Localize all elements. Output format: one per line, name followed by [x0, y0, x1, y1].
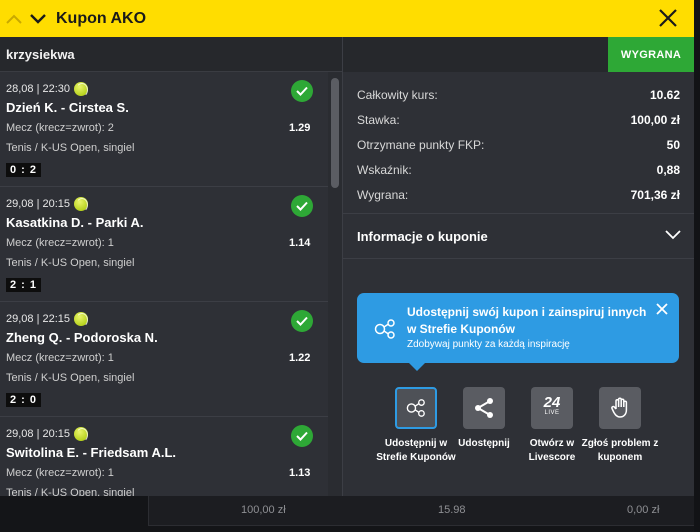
status-badge: WYGRANA [608, 37, 694, 72]
check-icon [291, 310, 313, 332]
coupon-title: Kupon AKO [56, 9, 147, 27]
bottom-summary: 100,00 zł 15.98 0,00 zł [148, 496, 694, 526]
bet-item[interactable]: 29,08 | 20:15 Switolina E. - Friedsam A.… [0, 417, 342, 496]
bet-datetime: 29,08 | 20:15 [6, 197, 89, 212]
bet-odds: 1.22 [289, 352, 311, 364]
bet-match: Zheng Q. - Podoroska N. [6, 330, 158, 345]
bet-match: Kasatkina D. - Parki A. [6, 215, 144, 230]
bottom-win: 0,00 zł [627, 504, 660, 516]
action-buttons: Udostępnij w Strefie Kuponów Udostępnij … [343, 387, 695, 487]
bet-score: 2 : 0 [6, 393, 42, 407]
share-network-icon [373, 318, 397, 340]
bet-league: Tenis / K-US Open, singiel [6, 487, 135, 496]
summary-value: 701,36 zł [630, 187, 680, 202]
livescore-icon-text: 24 [543, 394, 561, 411]
livescore-icon-sub: LIVE [544, 410, 560, 416]
tennis-ball-icon [74, 427, 89, 442]
coupon-header: Kupon AKO [0, 0, 694, 37]
coupon-info-toggle[interactable]: Informacje o kuponie [343, 213, 695, 259]
summary-column: WYGRANA Całkowity kurs: 10.62 Stawka: 100,… [342, 37, 695, 496]
summary-label: Otrzymane punkty FKP: [357, 137, 485, 152]
bottom-odds: 15.98 [438, 504, 466, 516]
summary-value: 0,88 [656, 162, 680, 177]
coupon-info-label: Informacje o kuponie [357, 228, 488, 244]
tennis-ball-icon [74, 312, 89, 327]
tennis-ball-icon [74, 82, 89, 97]
summary-table: Całkowity kurs: 10.62 Stawka: 100,00 zł Ot… [343, 82, 694, 207]
summary-row: Wskaźnik: 0,88 [357, 157, 680, 182]
summary-value: 10.62 [649, 87, 680, 102]
summary-value: 100,00 zł [630, 112, 680, 127]
action-label: Zgłoś problem z kuponem [581, 438, 659, 463]
bet-score: 0 : 2 [6, 163, 42, 177]
bet-market: Mecz (krecz=zwrot): 1 [6, 467, 114, 479]
chevron-down-icon[interactable] [26, 7, 50, 31]
window-edge [694, 0, 700, 532]
summary-label: Stawka: [357, 112, 400, 127]
check-icon [291, 195, 313, 217]
summary-label: Wygrana: [357, 187, 409, 202]
bottom-bar: 100,00 zł 15.98 0,00 zł [0, 496, 694, 532]
close-icon[interactable] [655, 302, 669, 316]
summary-label: Całkowity kurs: [357, 87, 438, 102]
bet-match: Dzień K. - Cirstea S. [6, 100, 129, 115]
bet-league: Tenis / K-US Open, singiel [6, 257, 135, 269]
summary-row: Wygrana: 701,36 zł [357, 182, 680, 207]
bet-league: Tenis / K-US Open, singiel [6, 142, 135, 154]
tennis-ball-icon [74, 197, 89, 212]
bet-item[interactable]: 29,08 | 20:15 Kasatkina D. - Parki A. Me… [0, 187, 342, 302]
tooltip-title: Udostępnij swój kupon i zainspiruj innyc… [407, 305, 647, 336]
bet-list: 28,08 | 22:30 Dzień K. - Cirstea S. Mecz… [0, 72, 342, 496]
bottom-stake: 100,00 zł [241, 504, 286, 516]
close-icon[interactable] [656, 6, 680, 30]
bets-column: krzysiekwa 28,08 | 22:30 Dzień K. - Cirs… [0, 37, 342, 496]
bet-odds: 1.13 [289, 467, 311, 479]
bet-market: Mecz (krecz=zwrot): 1 [6, 352, 114, 364]
report-problem-button[interactable]: Zgłoś problem z kuponem [580, 387, 660, 465]
summary-label: Wskaźnik: [357, 162, 412, 177]
bet-odds: 1.29 [289, 122, 311, 134]
share-icon[interactable] [463, 387, 505, 429]
summary-value: 50 [666, 137, 680, 152]
username: krzysiekwa [0, 37, 342, 72]
summary-row: Stawka: 100,00 zł [357, 107, 680, 132]
bet-datetime: 29,08 | 20:15 [6, 427, 89, 442]
bet-market: Mecz (krecz=zwrot): 2 [6, 122, 114, 134]
livescore-24-icon[interactable]: 24 LIVE [531, 387, 573, 429]
chevron-up-icon[interactable] [2, 7, 26, 31]
bet-item[interactable]: 29,08 | 22:15 Zheng Q. - Podoroska N. Me… [0, 302, 342, 417]
share-tooltip: Udostępnij swój kupon i zainspiruj innyc… [357, 293, 679, 371]
status-row: WYGRANA [343, 37, 694, 72]
tooltip-subtitle: Zdobywaj punkty za każdą inspirację [407, 339, 570, 350]
share-network-icon[interactable] [395, 387, 437, 429]
bet-item[interactable]: 28,08 | 22:30 Dzień K. - Cirstea S. Mecz… [0, 72, 342, 187]
bet-market: Mecz (krecz=zwrot): 1 [6, 237, 114, 249]
summary-row: Całkowity kurs: 10.62 [357, 82, 680, 107]
check-icon [291, 80, 313, 102]
bet-league: Tenis / K-US Open, singiel [6, 372, 135, 384]
bet-match: Switolina E. - Friedsam A.L. [6, 445, 176, 460]
scrollbar[interactable] [328, 72, 342, 496]
check-icon [291, 425, 313, 447]
scrollbar-thumb[interactable] [331, 78, 339, 188]
bet-score: 2 : 1 [6, 278, 42, 292]
bet-datetime: 29,08 | 22:15 [6, 312, 89, 327]
hand-icon[interactable] [599, 387, 641, 429]
chevron-down-icon [665, 227, 681, 245]
bet-odds: 1.14 [289, 237, 311, 249]
summary-row: Otrzymane punkty FKP: 50 [357, 132, 680, 157]
coupon-panel: { "header": { "title": "Kupon AKO" }, "u… [0, 0, 700, 532]
bet-datetime: 28,08 | 22:30 [6, 82, 89, 97]
